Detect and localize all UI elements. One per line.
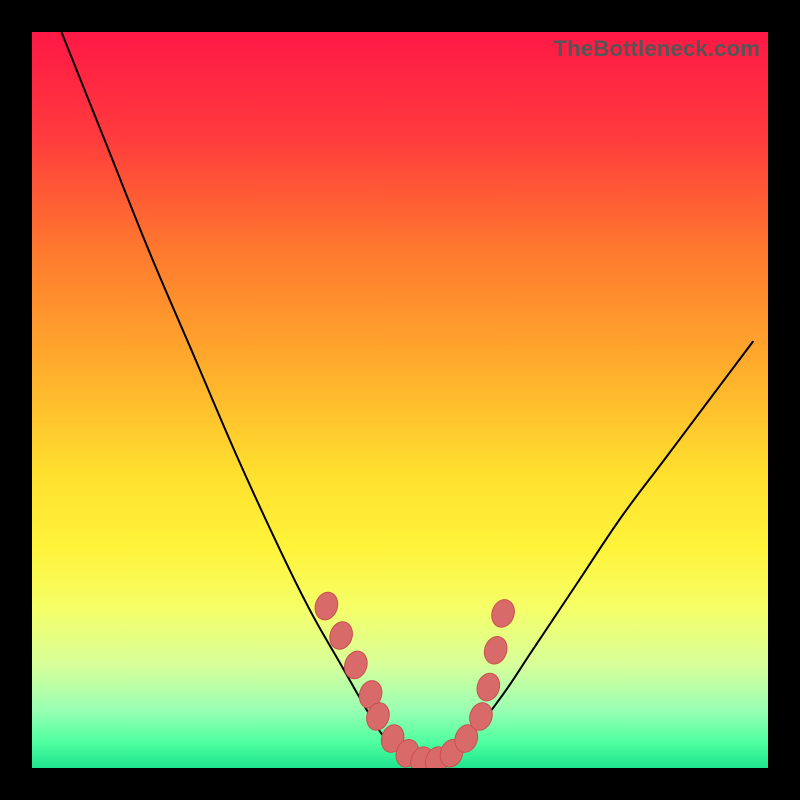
marker-group <box>312 589 518 768</box>
marker-dot <box>312 589 342 622</box>
chart-svg <box>32 32 768 768</box>
marker-dot <box>481 634 511 667</box>
marker-dot <box>341 648 371 681</box>
plot-area: TheBottleneck.com <box>32 32 768 768</box>
chart-frame: TheBottleneck.com <box>0 0 800 800</box>
marker-dot <box>488 597 518 630</box>
bottleneck-curve <box>61 32 753 762</box>
